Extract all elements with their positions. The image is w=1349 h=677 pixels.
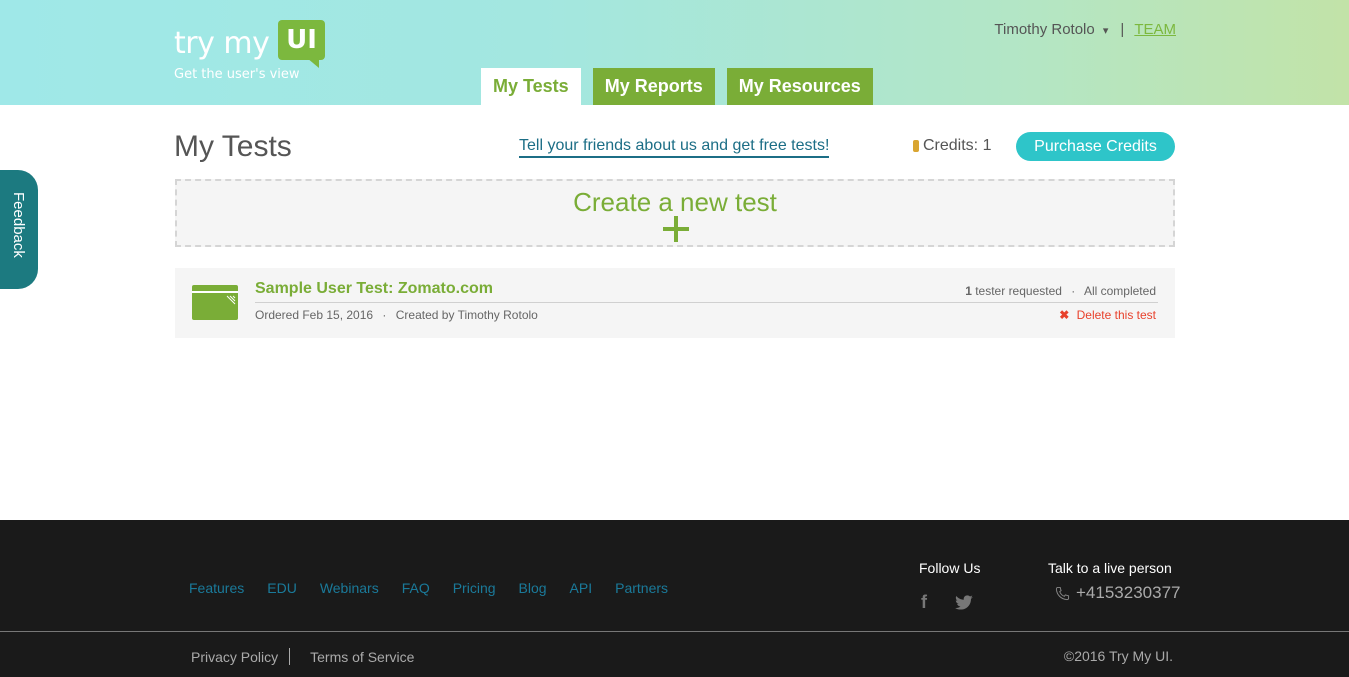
create-test-label: Create a new test xyxy=(573,187,777,217)
footer-link-edu[interactable]: EDU xyxy=(267,580,297,596)
purchase-credits-button[interactable]: Purchase Credits xyxy=(1016,132,1175,161)
footer-link-pricing[interactable]: Pricing xyxy=(453,580,496,596)
credits-label: Credits: 1 xyxy=(923,137,992,154)
twitter-icon[interactable] xyxy=(953,594,975,611)
plus-icon xyxy=(663,216,689,242)
logo-tagline: Get the user's view xyxy=(174,67,300,82)
delete-label: Delete this test xyxy=(1076,308,1156,322)
testers-label: tester requested xyxy=(975,284,1062,298)
delete-test-link[interactable]: ✖ Delete this test xyxy=(1059,308,1156,322)
tab-my-tests[interactable]: My Tests xyxy=(481,68,581,105)
phone-number: +4153230377 xyxy=(1076,583,1181,602)
follow-us-heading: Follow Us xyxy=(919,560,981,576)
test-list-item: Sample User Test: Zomato.com 1 tester re… xyxy=(175,268,1175,338)
separator: | xyxy=(1120,21,1125,38)
footer-link-faq[interactable]: FAQ xyxy=(402,580,430,596)
logo[interactable]: try my UI Get the user's view xyxy=(174,20,334,84)
logo-badge: UI xyxy=(278,20,325,60)
terms-of-service-link[interactable]: Terms of Service xyxy=(310,649,414,665)
tab-my-reports[interactable]: My Reports xyxy=(592,68,715,105)
credits-display: Credits: 1 xyxy=(913,137,991,155)
test-meta: Ordered Feb 15, 2016 · Created by Timoth… xyxy=(255,308,538,322)
footer-link-features[interactable]: Features xyxy=(189,580,244,596)
close-icon: ✖ xyxy=(1059,308,1070,322)
phone-contact[interactable]: +4153230377 xyxy=(1055,583,1180,603)
footer-link-api[interactable]: API xyxy=(570,580,593,596)
footer-divider xyxy=(0,631,1349,632)
site-header: try my UI Get the user's view Timothy Ro… xyxy=(0,0,1349,105)
logo-text: try my xyxy=(174,26,270,61)
logo-speech-tail xyxy=(307,58,319,68)
testers-count: 1 xyxy=(965,284,972,298)
page-title: My Tests xyxy=(174,130,292,163)
test-name-link[interactable]: Sample User Test: Zomato.com xyxy=(255,280,493,298)
dot-separator: · xyxy=(382,308,387,322)
test-status: 1 tester requested · All completed xyxy=(965,284,1156,298)
team-link[interactable]: TEAM xyxy=(1134,21,1176,38)
footer-nav: Features EDU Webinars FAQ Pricing Blog A… xyxy=(189,580,691,596)
talk-heading: Talk to a live person xyxy=(1048,560,1172,576)
feedback-label: Feedback xyxy=(10,192,27,258)
footer-link-blog[interactable]: Blog xyxy=(519,580,547,596)
completion-status: All completed xyxy=(1083,284,1156,298)
browser-window-icon xyxy=(192,285,238,320)
site-footer: Features EDU Webinars FAQ Pricing Blog A… xyxy=(0,520,1349,677)
main-tabs: My Tests My Reports My Resources xyxy=(481,68,885,105)
user-menu[interactable]: Timothy Rotolo ▾ xyxy=(994,21,1108,38)
created-by: Created by Timothy Rotolo xyxy=(395,308,538,322)
ordered-date: Ordered Feb 15, 2016 xyxy=(255,308,374,322)
referral-link[interactable]: Tell your friends about us and get free … xyxy=(519,137,830,158)
tab-my-resources[interactable]: My Resources xyxy=(726,68,873,105)
legal-links: Privacy Policy Terms of Service xyxy=(191,648,414,665)
dot-separator: · xyxy=(1071,284,1076,298)
social-links: f xyxy=(919,592,975,613)
create-new-test-button[interactable]: Create a new test xyxy=(175,179,1175,247)
phone-icon xyxy=(1055,586,1070,600)
privacy-policy-link[interactable]: Privacy Policy xyxy=(191,649,278,665)
user-name: Timothy Rotolo xyxy=(994,21,1095,38)
divider xyxy=(255,302,1158,303)
footer-link-partners[interactable]: Partners xyxy=(615,580,668,596)
caret-down-icon: ▾ xyxy=(1102,25,1109,37)
separator xyxy=(289,648,291,665)
user-area: Timothy Rotolo ▾ | TEAM xyxy=(994,21,1176,38)
facebook-icon[interactable]: f xyxy=(921,592,927,613)
footer-link-webinars[interactable]: Webinars xyxy=(320,580,379,596)
copyright: ©2016 Try My UI. xyxy=(1063,648,1173,664)
coin-icon xyxy=(913,140,919,152)
feedback-tab[interactable]: Feedback xyxy=(0,170,38,289)
